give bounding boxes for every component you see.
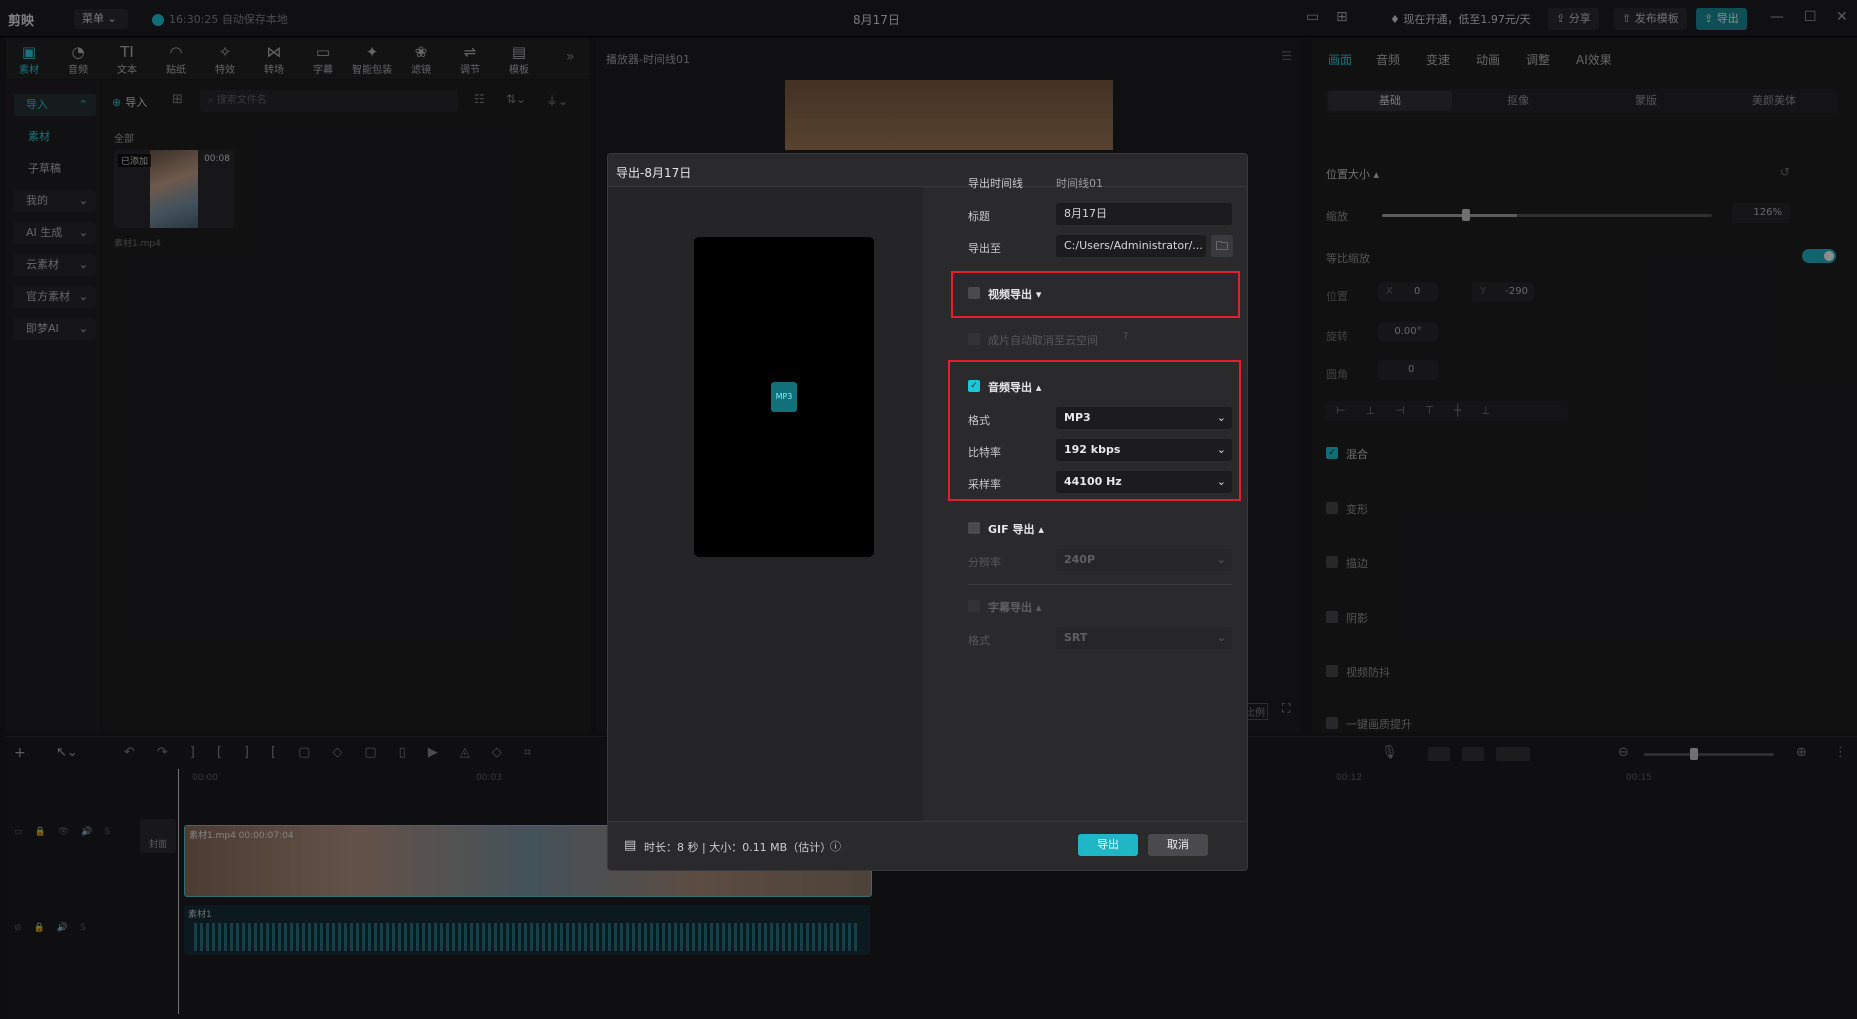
sample-rate-label: 采样率 (968, 478, 1001, 491)
preview-pane: MP3 (608, 187, 923, 821)
subtitle-format-value: SRT (1064, 631, 1088, 644)
audio-export-text: 音频导出 (988, 381, 1032, 394)
export-info: 时长：8 秒 | 大小：0.11 MB（估计） (644, 841, 832, 854)
gif-export-text: GIF 导出 (988, 523, 1035, 536)
mp3-file-icon: MP3 (771, 382, 797, 412)
cancel-button[interactable]: 取消 (1148, 834, 1208, 856)
bitrate-select[interactable]: 192 kbps ⌄ (1056, 439, 1232, 461)
format-value: MP3 (1064, 411, 1091, 424)
export-path-input[interactable]: C:/Users/Administrator/... (1056, 235, 1206, 257)
info-icon[interactable]: ⓘ (830, 838, 841, 854)
caret-up-icon: ▴ (1038, 523, 1044, 536)
export-path-label: 导出至 (968, 242, 1001, 255)
dialog-title: 导出-8月17日 (616, 166, 692, 180)
caret-up-icon: ▴ (1035, 381, 1042, 394)
film-icon: ▤ (624, 838, 637, 853)
export-preview: MP3 (694, 237, 874, 557)
subtitle-format-select[interactable]: SRT ⌄ (1056, 627, 1232, 649)
subtitle-export-label[interactable]: 字幕导出 ▴ (988, 599, 1041, 615)
chevron-down-icon: ⌄ (1216, 443, 1226, 456)
audio-export-label[interactable]: 音频导出 ▴ (988, 379, 1041, 395)
bitrate-value: 192 kbps (1064, 443, 1121, 456)
title-label: 标题 (968, 210, 990, 223)
chevron-down-icon: ⌄ (1216, 553, 1226, 566)
format-select[interactable]: MP3 ⌄ (1056, 407, 1232, 429)
resolution-label: 分辨率 (968, 556, 1001, 569)
auto-render-checkbox[interactable] (968, 333, 980, 345)
bitrate-label: 比特率 (968, 446, 1001, 459)
sample-rate-select[interactable]: 44100 Hz ⌄ (1056, 471, 1232, 493)
timeline-label: 导出时间线 (968, 177, 1023, 190)
subtitle-export-text: 字幕导出 (988, 601, 1032, 614)
export-button[interactable]: 导出 (1078, 834, 1138, 856)
help-icon[interactable]: ? (1123, 331, 1128, 342)
timeline-value: 时间线01 (1056, 177, 1103, 190)
auto-render-label: 成片自动取消至云空间 (988, 334, 1098, 347)
subtitle-export-checkbox[interactable] (968, 600, 980, 612)
divider (968, 584, 1232, 585)
export-dialog: 导出-8月17日 MP3 导出时间线 时间线01 标题 8月17日 导出至 C:… (607, 153, 1248, 871)
divider (608, 821, 1247, 822)
chevron-down-icon: ⌄ (1216, 475, 1226, 488)
gif-export-label[interactable]: GIF 导出 ▴ (988, 521, 1044, 537)
gif-export-checkbox[interactable] (968, 522, 980, 534)
caret-up-icon: ▴ (1035, 601, 1042, 614)
chevron-down-icon: ⌄ (1216, 411, 1226, 424)
sample-rate-value: 44100 Hz (1064, 475, 1122, 488)
folder-icon[interactable]: 🗀 (1211, 235, 1233, 257)
format-label: 格式 (968, 414, 990, 427)
resolution-select[interactable]: 240P ⌄ (1056, 549, 1232, 571)
highlight-video-export (951, 271, 1240, 318)
chevron-down-icon: ⌄ (1216, 631, 1226, 644)
resolution-value: 240P (1064, 553, 1096, 566)
title-input[interactable]: 8月17日 (1056, 203, 1232, 225)
audio-export-checkbox[interactable]: ✓ (968, 380, 980, 392)
subtitle-format-label: 格式 (968, 634, 990, 647)
